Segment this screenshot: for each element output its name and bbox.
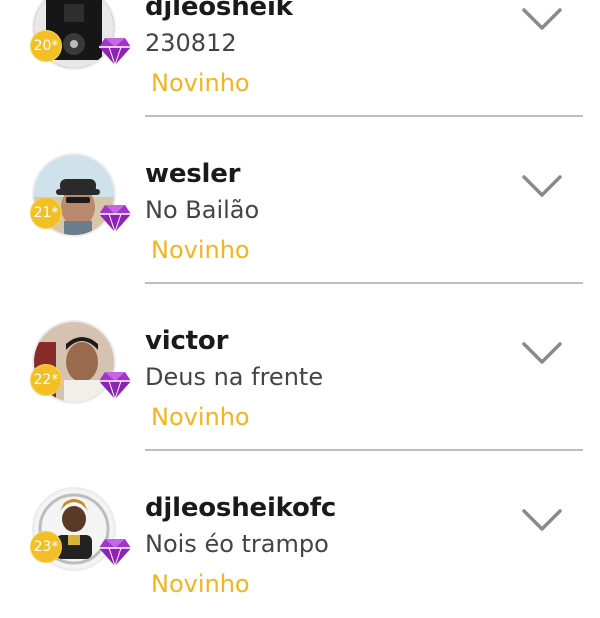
avatar-group: 22*	[30, 320, 131, 418]
avatar-group: 23*	[30, 487, 131, 585]
diamond-gem-icon	[99, 205, 131, 233]
level-value: 22	[33, 372, 52, 388]
user-name: victor	[145, 326, 229, 356]
list-item[interactable]: 21* wesler No Bailão Novinho	[0, 117, 600, 284]
level-value: 23	[33, 539, 52, 555]
diamond-gem-icon	[99, 38, 131, 66]
user-name: djleosheik	[145, 0, 293, 22]
user-rank: Novinho	[151, 236, 250, 264]
chevron-down-icon[interactable]	[521, 6, 563, 32]
level-badge: 21*	[30, 197, 62, 229]
level-badge: 22*	[30, 364, 62, 396]
list-item[interactable]: 22* victor Deus na frente Novinho	[0, 284, 600, 451]
user-rank: Novinho	[151, 403, 250, 431]
user-list: 20* djleosheik 230812 Novinho 21* wesler…	[0, 0, 600, 600]
chevron-down-icon[interactable]	[521, 340, 563, 366]
user-status: No Bailão	[145, 196, 260, 224]
diamond-gem-icon	[99, 539, 131, 567]
level-badge: 20*	[30, 30, 62, 62]
avatar-group: 21*	[30, 153, 131, 251]
user-status: 230812	[145, 29, 237, 57]
diamond-gem-icon	[99, 372, 131, 400]
list-item[interactable]: 23* djleosheikofc Nois éo trampo Novinho	[0, 451, 600, 618]
list-item[interactable]: 20* djleosheik 230812 Novinho	[0, 0, 600, 117]
chevron-down-icon[interactable]	[521, 507, 563, 533]
user-rank: Novinho	[151, 570, 250, 598]
level-badge: 23*	[30, 531, 62, 563]
level-value: 20	[33, 38, 52, 54]
user-name: djleosheikofc	[145, 493, 337, 523]
user-status: Deus na frente	[145, 363, 324, 391]
user-name: wesler	[145, 159, 241, 189]
avatar-group: 20*	[30, 0, 131, 84]
chevron-down-icon[interactable]	[521, 173, 563, 199]
user-rank: Novinho	[151, 69, 250, 97]
user-status: Nois éo trampo	[145, 530, 329, 558]
level-value: 21	[33, 205, 52, 221]
